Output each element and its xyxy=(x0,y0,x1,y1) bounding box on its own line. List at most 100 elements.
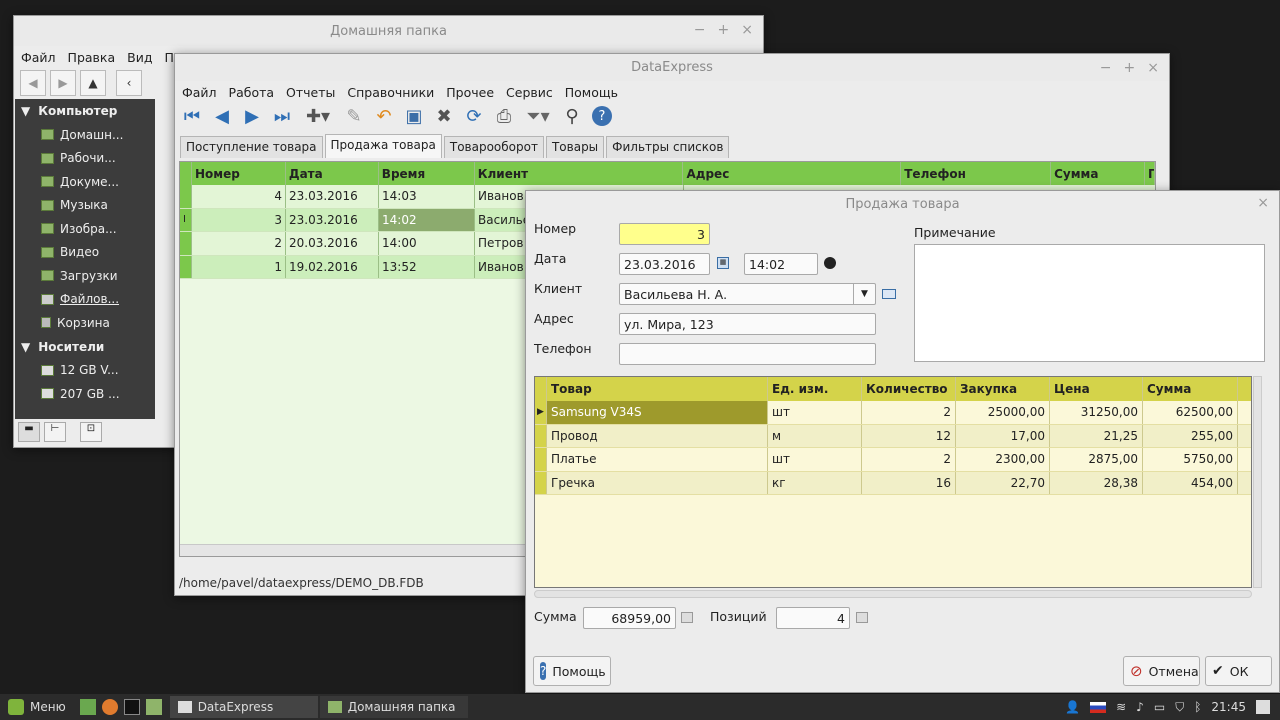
maximize-icon[interactable]: + xyxy=(1124,60,1136,76)
volume-icon[interactable]: ♪ xyxy=(1136,700,1144,714)
sidebar-item-volume-1[interactable]: 12 GB V... xyxy=(15,359,155,383)
places-icon[interactable]: ▬ xyxy=(18,422,40,442)
help-icon[interactable]: ? xyxy=(587,101,617,131)
help-button[interactable]: ? Помощь xyxy=(533,656,611,686)
sidebar-item-trash[interactable]: Корзина xyxy=(15,311,155,335)
calendar-icon[interactable]: ▦ xyxy=(717,257,729,269)
print-icon[interactable]: ⎙ xyxy=(489,101,519,131)
bluetooth-icon[interactable]: ᛒ xyxy=(1194,700,1201,714)
save-icon[interactable]: ▣ xyxy=(399,101,429,131)
col-buy[interactable]: Закупка xyxy=(956,377,1050,401)
list-item[interactable]: ▶ Samsung V34S шт 2 25000,00 31250,00 62… xyxy=(535,401,1251,425)
form-open-icon[interactable] xyxy=(882,289,896,299)
de-menu-references[interactable]: Справочники xyxy=(341,85,440,100)
fm-titlebar[interactable]: Домашняя папка − + × xyxy=(14,16,763,46)
toggle-sidebar-icon[interactable]: ⊡ xyxy=(80,422,102,442)
add-record-icon[interactable]: ✚▾ xyxy=(297,101,339,131)
cancel-button[interactable]: ⊘ Отмена xyxy=(1123,656,1200,686)
terminal-icon[interactable] xyxy=(123,699,140,715)
de-titlebar[interactable]: DataExpress − + × xyxy=(175,54,1169,81)
tab-sales[interactable]: Продажа товара xyxy=(324,134,442,158)
sidebar-section-computer[interactable]: ▼ Компьютер xyxy=(15,99,155,123)
date-field[interactable]: 23.03.2016 xyxy=(619,253,710,275)
taskbar-app-home-folder[interactable]: Домашняя папка xyxy=(319,696,468,718)
maximize-icon[interactable]: + xyxy=(718,22,730,38)
dialog-titlebar[interactable]: Продажа товара × xyxy=(526,191,1279,217)
de-menu-file[interactable]: Файл xyxy=(176,85,223,100)
refresh-icon[interactable]: ⟳ xyxy=(459,101,489,131)
calculator-icon[interactable] xyxy=(681,612,693,623)
wifi-icon[interactable]: ≋ xyxy=(1116,700,1126,714)
col-client[interactable]: Клиент xyxy=(475,162,684,185)
sidebar-item-filesystem[interactable]: Файлов... xyxy=(15,288,155,312)
time-field[interactable]: 14:02 xyxy=(744,253,818,275)
col-sum[interactable]: Сумма xyxy=(1051,162,1145,185)
fm-menu-edit[interactable]: Правка xyxy=(62,50,122,65)
clock-icon[interactable] xyxy=(824,257,836,269)
start-menu-button[interactable]: Меню xyxy=(2,696,74,718)
tree-icon[interactable]: ⊢ xyxy=(44,422,66,442)
de-menu-help[interactable]: Помощь xyxy=(559,85,624,100)
close-icon[interactable]: × xyxy=(1147,60,1159,76)
col-unit[interactable]: Ед. изм. xyxy=(768,377,862,401)
col-p[interactable]: П xyxy=(1145,162,1155,185)
fm-menu-file[interactable]: Файл xyxy=(15,50,62,65)
battery-icon[interactable]: ▭ xyxy=(1154,700,1165,714)
user-icon[interactable]: 👤 xyxy=(1065,700,1080,714)
fm-menu-view[interactable]: Вид xyxy=(121,50,158,65)
first-record-icon[interactable]: ⏮ xyxy=(177,101,207,131)
de-menu-reports[interactable]: Отчеты xyxy=(280,85,341,100)
items-horizontal-scrollbar[interactable] xyxy=(534,590,1252,598)
calculator-icon[interactable] xyxy=(856,612,868,623)
col-item[interactable]: Товар xyxy=(547,377,768,401)
tab-turnover[interactable]: Товарооборот xyxy=(443,136,544,158)
col-total[interactable]: Сумма xyxy=(1143,377,1238,401)
col-address[interactable]: Адрес xyxy=(683,162,902,185)
tab-receipt[interactable]: Поступление товара xyxy=(180,136,323,158)
sidebar-item-music[interactable]: Музыка xyxy=(15,194,155,218)
prev-record-icon[interactable]: ◀ xyxy=(207,101,237,131)
taskbar-app-dataexpress[interactable]: DataExpress xyxy=(169,696,318,718)
list-item[interactable]: Гречка кг 16 22,70 28,38 454,00 xyxy=(535,471,1251,495)
keyboard-layout-flag-icon[interactable] xyxy=(1090,701,1107,713)
next-record-icon[interactable]: ▶ xyxy=(237,101,267,131)
sidebar-item-home[interactable]: Домашн... xyxy=(15,123,155,147)
forward-arrow-icon[interactable]: ▶ xyxy=(50,70,76,96)
col-number[interactable]: Номер xyxy=(192,162,286,185)
tab-list-filters[interactable]: Фильтры списков xyxy=(606,136,730,158)
last-record-icon[interactable]: ⏭ xyxy=(267,101,297,131)
minimize-icon[interactable]: − xyxy=(694,22,706,38)
de-menu-service[interactable]: Сервис xyxy=(500,85,559,100)
close-icon[interactable]: × xyxy=(741,22,753,38)
number-field[interactable]: 3 xyxy=(619,223,710,245)
ok-button[interactable]: ✔ ОК xyxy=(1205,656,1272,686)
note-textarea[interactable] xyxy=(914,244,1265,362)
firefox-icon[interactable] xyxy=(101,699,118,715)
items-vertical-scrollbar[interactable] xyxy=(1253,376,1262,588)
col-price[interactable]: Цена xyxy=(1050,377,1143,401)
sidebar-item-volume-2[interactable]: 207 GB ... xyxy=(15,382,155,406)
list-item[interactable]: Провод м 12 17,00 21,25 255,00 xyxy=(535,424,1251,448)
back-arrow-icon[interactable]: ◀ xyxy=(20,70,46,96)
de-menu-other[interactable]: Прочее xyxy=(440,85,500,100)
clock[interactable]: 21:45 xyxy=(1211,700,1246,714)
close-icon[interactable]: × xyxy=(1257,195,1269,211)
sidebar-item-downloads[interactable]: Загрузки xyxy=(15,264,155,288)
desktop-corner-icon[interactable] xyxy=(1256,700,1270,714)
dropdown-arrow-icon[interactable]: ▼ xyxy=(853,284,875,304)
undo-icon[interactable]: ↶ xyxy=(369,101,399,131)
address-field[interactable]: ул. Мира, 123 xyxy=(619,313,876,335)
client-combobox[interactable]: Васильева Н. А. ▼ xyxy=(619,283,876,305)
sidebar-item-desktop[interactable]: Рабочи... xyxy=(15,147,155,171)
sidebar-section-media[interactable]: ▼ Носители xyxy=(15,335,155,359)
files-icon[interactable] xyxy=(145,699,162,715)
sidebar-item-documents[interactable]: Докуме... xyxy=(15,170,155,194)
search-binoculars-icon[interactable]: ⚲ xyxy=(557,101,587,131)
edit-pencil-icon[interactable]: ✎ xyxy=(339,101,369,131)
de-menu-work[interactable]: Работа xyxy=(223,85,281,100)
up-arrow-icon[interactable]: ▲ xyxy=(80,70,106,96)
shield-icon[interactable]: ⛉ xyxy=(1175,700,1184,715)
list-item[interactable]: Платье шт 2 2300,00 2875,00 5750,00 xyxy=(535,448,1251,472)
col-qty[interactable]: Количество xyxy=(862,377,956,401)
delete-icon[interactable]: ✖ xyxy=(429,101,459,131)
